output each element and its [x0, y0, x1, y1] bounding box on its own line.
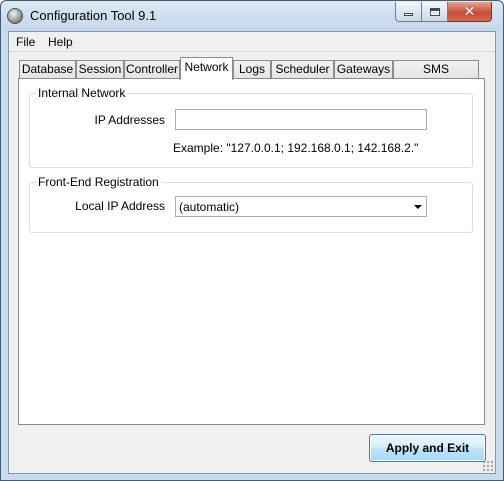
window-title: Configuration Tool 9.1	[30, 8, 157, 23]
resize-grip-icon[interactable]	[482, 460, 494, 472]
maximize-icon	[429, 7, 440, 16]
tab-controller[interactable]: Controller	[124, 60, 180, 79]
local-ip-address-label: Local IP Address	[75, 199, 165, 213]
menu-help[interactable]: Help	[48, 35, 73, 49]
network-tab-panel: Internal Network IP Addresses Example: "…	[18, 78, 485, 425]
local-ip-address-select[interactable]: (automatic)	[175, 196, 427, 217]
client-area: File Help Database Session Controller Ne…	[8, 31, 496, 474]
minimize-button[interactable]	[395, 2, 422, 22]
maximize-button[interactable]	[422, 2, 448, 22]
close-button[interactable]: ✕	[448, 2, 492, 22]
tab-scheduler[interactable]: Scheduler	[271, 60, 334, 79]
minimize-icon	[404, 13, 413, 16]
internal-network-group: Internal Network IP Addresses Example: "…	[29, 86, 473, 168]
tab-network[interactable]: Network	[180, 57, 233, 80]
tab-database[interactable]: Database	[19, 60, 76, 79]
tab-sms-connector[interactable]: SMS Connector	[393, 60, 479, 93]
chevron-down-icon[interactable]	[414, 205, 422, 209]
front-end-registration-caption: Front-End Registration	[36, 175, 161, 189]
ip-addresses-input[interactable]	[175, 109, 427, 130]
app-globe-icon[interactable]	[7, 8, 23, 24]
apply-and-exit-button[interactable]: Apply and Exit	[369, 434, 486, 462]
menu-bar: File Help	[9, 32, 495, 52]
tab-strip: Database Session Controller Network Logs…	[19, 57, 489, 93]
ip-example-hint: Example: "127.0.0.1; 192.168.0.1; 142.16…	[173, 141, 419, 155]
menu-file[interactable]: File	[16, 35, 35, 49]
local-ip-address-value: (automatic)	[179, 200, 240, 214]
tab-logs[interactable]: Logs	[233, 60, 271, 79]
ip-addresses-label: IP Addresses	[94, 113, 166, 127]
tab-session[interactable]: Session	[76, 60, 124, 79]
close-icon: ✕	[463, 3, 476, 20]
app-window: Configuration Tool 9.1 ✕ File Help Datab…	[0, 0, 504, 481]
internal-network-caption: Internal Network	[36, 86, 128, 100]
title-bar[interactable]: Configuration Tool 9.1 ✕	[1, 1, 503, 31]
front-end-registration-group: Front-End Registration Local IP Address …	[29, 175, 473, 233]
tab-gateways[interactable]: Gateways	[334, 60, 393, 79]
